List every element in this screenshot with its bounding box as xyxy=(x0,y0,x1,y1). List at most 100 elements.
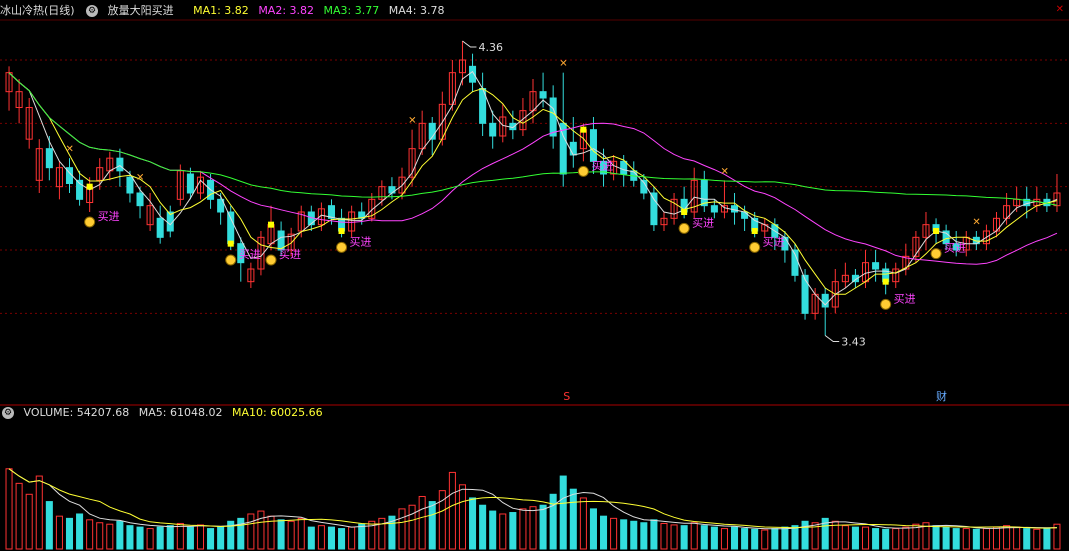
money-bag-icon xyxy=(577,165,589,177)
volume-bar xyxy=(851,526,859,550)
volume-bar xyxy=(297,517,305,550)
candle xyxy=(45,148,53,169)
volume-bar xyxy=(710,526,718,550)
volume-bar xyxy=(600,515,608,550)
volume-bar xyxy=(761,529,769,550)
volume-bar xyxy=(55,515,63,550)
candle xyxy=(801,274,809,314)
signal-bar xyxy=(751,228,758,234)
money-bag-icon xyxy=(880,298,892,310)
volume-bar xyxy=(247,513,255,550)
buy-label: 买进 xyxy=(763,235,785,248)
candle xyxy=(136,192,144,207)
volume-bar xyxy=(106,523,114,550)
volume-bar xyxy=(35,475,43,550)
candle xyxy=(731,205,739,213)
marker-s: S xyxy=(563,390,570,403)
signal-icon: ✕ xyxy=(972,217,980,228)
money-bag-icon xyxy=(225,254,237,266)
buy-label: 买进 xyxy=(279,248,301,261)
volume-bar xyxy=(237,517,245,550)
volume-bar xyxy=(690,522,698,550)
volume-bar xyxy=(448,471,456,550)
signal-bar xyxy=(338,228,345,234)
volume-bar xyxy=(610,517,618,550)
buy-label: 买进 xyxy=(894,292,916,305)
volume-bar xyxy=(489,510,497,550)
buy-label: 买进 xyxy=(350,235,372,248)
signal-icon: ✕ xyxy=(408,116,416,127)
signal-bar xyxy=(933,228,940,234)
volume-bar xyxy=(277,519,285,550)
volume-bar xyxy=(680,525,688,550)
volume-bar xyxy=(45,501,53,550)
candle xyxy=(650,192,658,226)
volume-bar xyxy=(972,528,980,550)
volume-bar xyxy=(791,525,799,550)
signal-bar xyxy=(227,240,234,247)
volume-bar xyxy=(1033,528,1041,550)
candle xyxy=(509,122,517,131)
volume-bar xyxy=(720,528,728,550)
volume-bar xyxy=(156,526,164,550)
signal-icon: ✕ xyxy=(720,166,728,177)
volume-bar xyxy=(882,528,890,550)
candle xyxy=(186,173,194,194)
volume-bar xyxy=(25,493,33,550)
signal-bar xyxy=(882,278,889,285)
money-bag-icon xyxy=(84,216,96,228)
candle xyxy=(489,122,497,137)
buy-label: 买进 xyxy=(98,210,120,223)
volume-bar xyxy=(942,526,950,550)
volume-bar xyxy=(650,519,658,550)
volume-bar xyxy=(408,504,416,550)
volume-ma10-line xyxy=(8,468,1058,529)
money-bag-icon xyxy=(749,241,761,253)
volume-bar xyxy=(549,493,557,550)
candle xyxy=(388,186,396,194)
volume-bar xyxy=(116,520,124,550)
volume-bar xyxy=(287,520,295,550)
signal-icon: ✕ xyxy=(559,59,567,70)
marker-cai: 财 xyxy=(936,389,947,403)
high-label: 4.36 xyxy=(478,41,503,54)
candle xyxy=(569,141,577,156)
volume-bar xyxy=(348,526,356,550)
volume-bar xyxy=(589,508,597,550)
volume-bar xyxy=(146,528,154,550)
volume-bar xyxy=(136,526,144,550)
volume-bar xyxy=(620,519,628,550)
volume-bar xyxy=(307,526,315,550)
volume-bar xyxy=(76,513,84,550)
volume-bar xyxy=(1023,528,1031,550)
volume-bar xyxy=(841,525,849,550)
volume-bar xyxy=(741,528,749,550)
volume-bar xyxy=(801,520,809,550)
volume-bar xyxy=(317,525,325,550)
volume-bar xyxy=(499,513,507,550)
candle xyxy=(126,176,134,194)
volume-bar xyxy=(539,504,547,550)
low-label: 3.43 xyxy=(841,336,866,349)
kline-chart: 买进买进 买进买进买进买进买进买进买进✕✕✕✕✕✕4.363.43S 财 xyxy=(0,19,1069,550)
volume-bar xyxy=(700,525,708,550)
volume-bar xyxy=(640,522,648,550)
volume-bar xyxy=(327,526,335,550)
candle xyxy=(620,160,628,175)
money-bag-icon xyxy=(336,241,348,253)
signal-icon: ✕ xyxy=(65,144,73,155)
signal-bar xyxy=(86,183,93,190)
signal-bar xyxy=(681,209,688,215)
volume-bar xyxy=(458,484,466,550)
volume-bar xyxy=(579,497,587,550)
volume-bar xyxy=(479,504,487,550)
candle xyxy=(872,262,880,270)
buy-label: 买进 xyxy=(239,248,261,261)
volume-bar xyxy=(1043,528,1051,550)
volume-bar xyxy=(428,501,436,550)
volume-bar xyxy=(398,508,406,550)
volume-bar xyxy=(892,528,900,550)
volume-bar xyxy=(96,522,104,550)
volume-bar xyxy=(872,528,880,550)
volume-bar xyxy=(529,506,537,550)
